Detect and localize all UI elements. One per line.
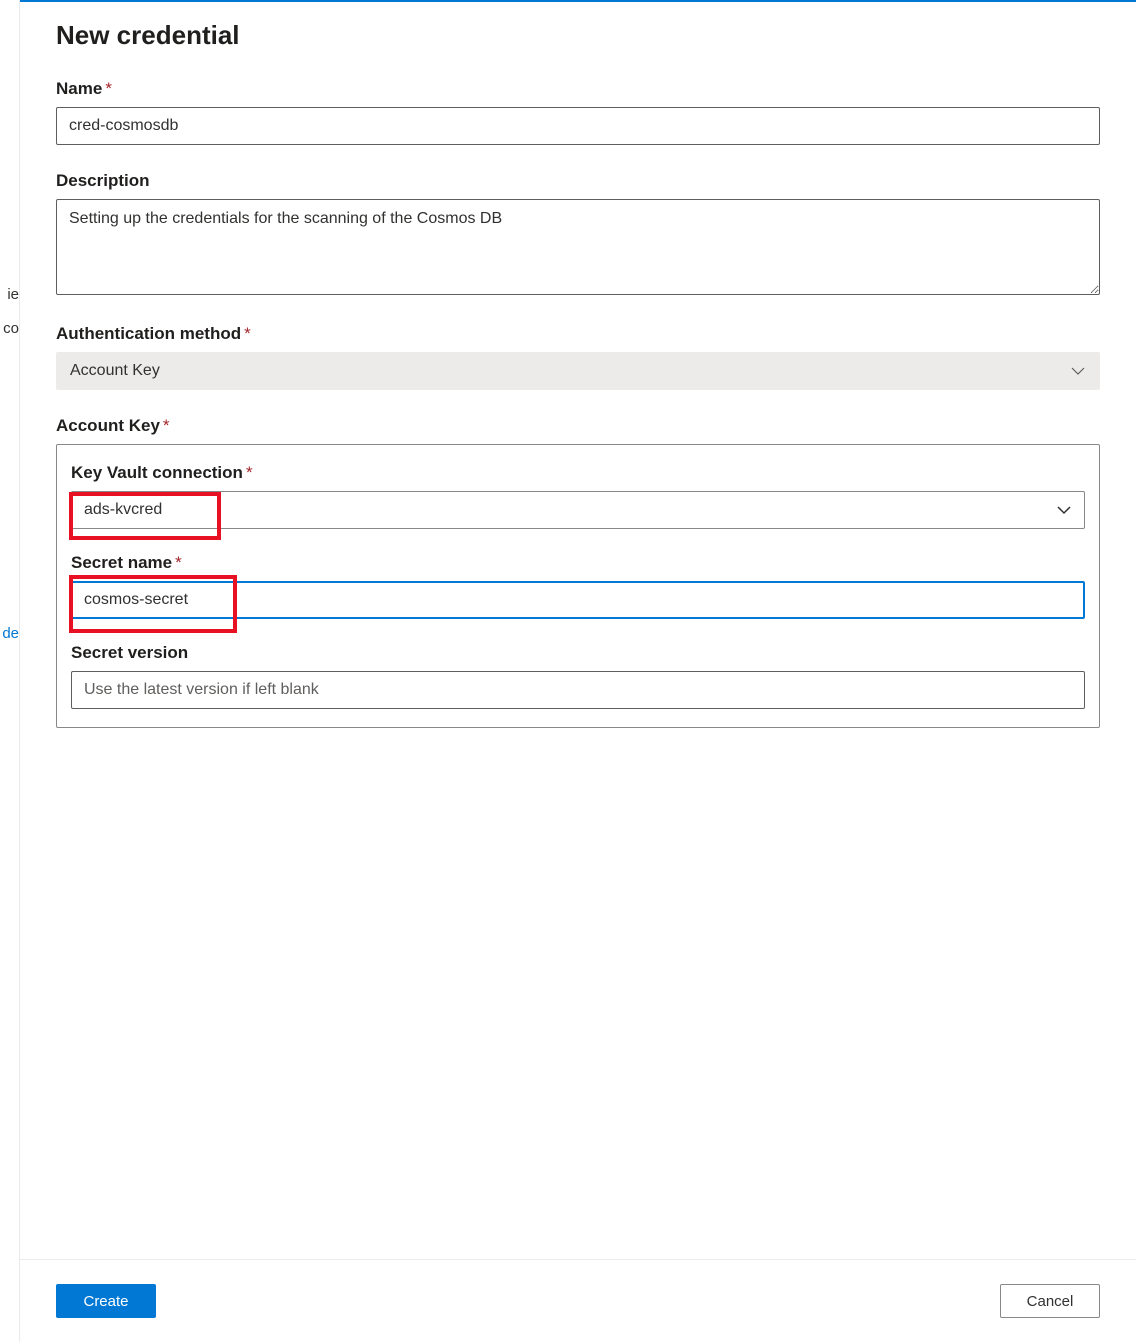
required-asterisk: * <box>246 463 253 482</box>
panel-footer: Create Cancel <box>20 1259 1136 1342</box>
account-key-group: Key Vault connection* ads-kvcred <box>56 444 1100 728</box>
name-field: Name* <box>56 79 1100 145</box>
secret-version-label: Secret version <box>71 643 1085 663</box>
secret-name-input[interactable] <box>71 581 1085 619</box>
secret-name-label-text: Secret name <box>71 553 172 572</box>
auth-method-select[interactable]: Account Key <box>56 352 1100 390</box>
secret-name-field: Secret name* <box>71 553 1085 619</box>
description-input[interactable]: Setting up the credentials for the scann… <box>56 199 1100 295</box>
auth-method-label-text: Authentication method <box>56 324 241 343</box>
required-asterisk: * <box>244 324 251 343</box>
panel-title: New credential <box>56 20 1100 51</box>
panel-body: New credential Name* Description Setting… <box>20 2 1136 1259</box>
kv-connection-label-text: Key Vault connection <box>71 463 243 482</box>
chevron-down-icon <box>1056 502 1072 518</box>
secret-name-label: Secret name* <box>71 553 1085 573</box>
sliver-text-3: de <box>2 625 19 642</box>
sliver-text-2: co <box>3 320 19 337</box>
cancel-button[interactable]: Cancel <box>1000 1284 1100 1318</box>
description-field: Description Setting up the credentials f… <box>56 171 1100 298</box>
auth-method-label: Authentication method* <box>56 324 1100 344</box>
sliver-text-1: ie <box>7 286 19 303</box>
account-key-label: Account Key* <box>56 416 1100 436</box>
auth-method-value: Account Key <box>70 362 160 380</box>
required-asterisk: * <box>105 79 112 98</box>
name-label-text: Name <box>56 79 102 98</box>
kv-connection-label: Key Vault connection* <box>71 463 1085 483</box>
kv-connection-value: ads-kvcred <box>84 501 162 519</box>
secret-version-field: Secret version <box>71 643 1085 709</box>
auth-method-field: Authentication method* Account Key <box>56 324 1100 390</box>
required-asterisk: * <box>163 416 170 435</box>
required-asterisk: * <box>175 553 182 572</box>
background-left-sliver: ie co de <box>0 0 20 1342</box>
kv-connection-dropdown[interactable]: ads-kvcred <box>71 491 1085 529</box>
secret-version-input[interactable] <box>71 671 1085 709</box>
app-root: ie co de New credential Name* Descriptio… <box>0 0 1136 1342</box>
new-credential-panel: New credential Name* Description Setting… <box>20 0 1136 1342</box>
chevron-down-icon <box>1070 363 1086 379</box>
description-label: Description <box>56 171 1100 191</box>
name-label: Name* <box>56 79 1100 99</box>
kv-connection-field: Key Vault connection* ads-kvcred <box>71 463 1085 529</box>
account-key-field: Account Key* Key Vault connection* ads-k… <box>56 416 1100 728</box>
name-input[interactable] <box>56 107 1100 145</box>
create-button[interactable]: Create <box>56 1284 156 1318</box>
account-key-label-text: Account Key <box>56 416 160 435</box>
